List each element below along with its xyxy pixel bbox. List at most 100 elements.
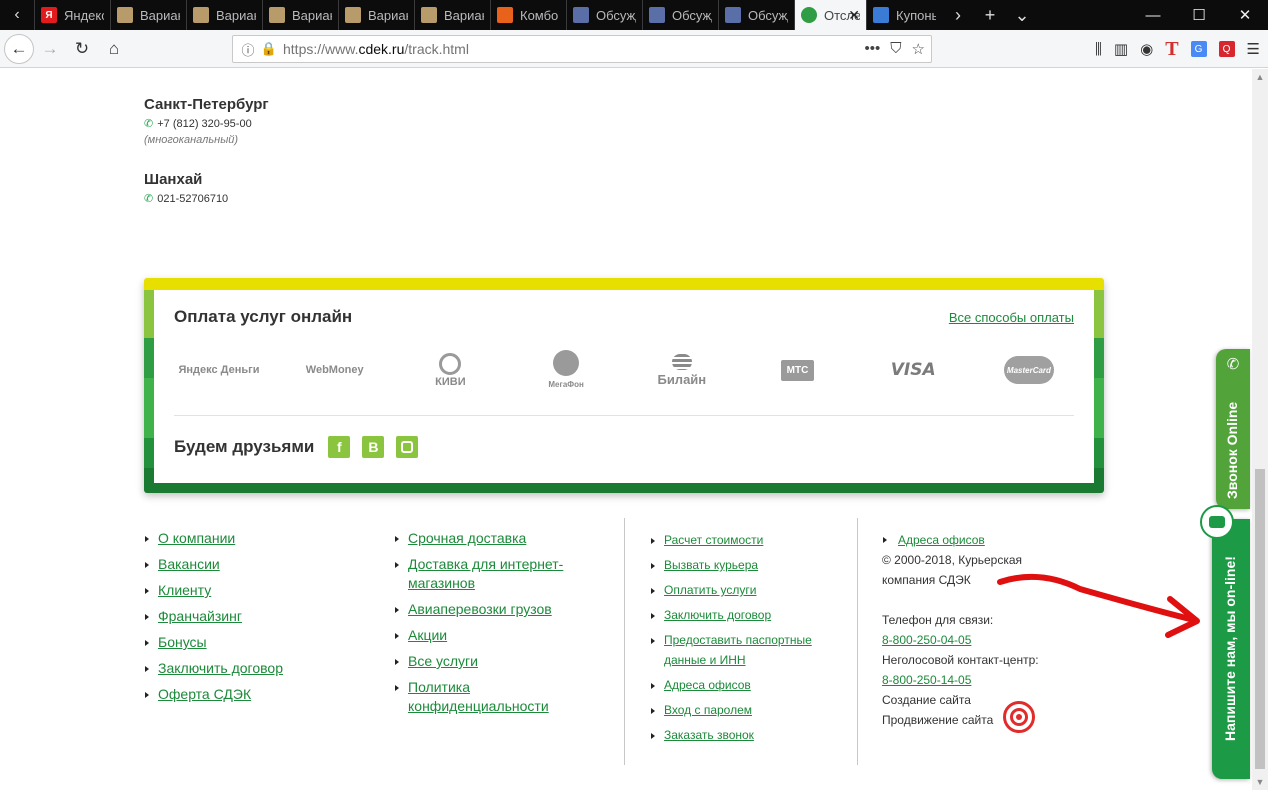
phone-icon: ✆ (1226, 356, 1240, 373)
scrollbar-thumb[interactable] (1255, 469, 1265, 769)
page-scrollbar[interactable]: ▲ ▼ (1252, 69, 1268, 790)
tab-title: Варианты (140, 7, 180, 23)
tab-active[interactable]: Отследить ✕ (794, 0, 866, 30)
bookmark-star-icon[interactable]: ☆ (912, 40, 925, 58)
tab[interactable]: Варианты (414, 0, 490, 30)
tab-favicon (873, 7, 889, 23)
close-window-icon[interactable]: ✕ (1222, 0, 1268, 30)
tab[interactable]: Я Яндекс (34, 0, 110, 30)
library-icon[interactable]: ⫼ (1095, 41, 1102, 58)
footer-link[interactable]: Адреса офисов (664, 678, 751, 692)
megafon-logo[interactable]: МегаФон (521, 350, 611, 390)
extension-red-icon[interactable]: Q (1218, 41, 1235, 57)
phone-link[interactable]: 8-800-250-04-05 (882, 633, 971, 647)
footer-link[interactable]: Политика конфиденциальности (408, 679, 549, 714)
tab[interactable]: Обсуждение (642, 0, 718, 30)
tab[interactable]: Варианты (186, 0, 262, 30)
tab-favicon (269, 7, 285, 23)
tab-favicon (497, 7, 513, 23)
maximize-icon[interactable]: ☐ (1176, 0, 1222, 30)
footer-list-item: Срочная доставка (394, 529, 594, 548)
contact-center-phone-link[interactable]: 8-800-250-14-05 (882, 673, 971, 687)
tab-favicon (193, 7, 209, 23)
tab[interactable]: Обсуждение (718, 0, 794, 30)
extension-icon[interactable]: ◉ (1140, 40, 1153, 58)
new-tab-icon[interactable]: + (974, 5, 1006, 26)
window-controls: — ☐ ✕ (1130, 0, 1268, 30)
footer-link[interactable]: О компании (158, 530, 235, 546)
tab[interactable]: Варианты (110, 0, 186, 30)
tab-coupons[interactable]: Купоны (866, 0, 942, 30)
footer-link[interactable]: Доставка для интернет-магазинов (408, 556, 563, 591)
call-online-label: Звонок Online (1224, 401, 1240, 499)
tab-title: Варианты (444, 7, 484, 23)
city-name: Санкт-Петербург (144, 96, 269, 113)
scroll-up-icon[interactable]: ▲ (1252, 72, 1268, 82)
mastercard-logo[interactable]: MasterCard (984, 350, 1074, 390)
tab-scroll-right-icon[interactable]: › (942, 5, 974, 26)
footer-link[interactable]: Вакансии (158, 556, 220, 572)
tab[interactable]: Варианты (338, 0, 414, 30)
vkontakte-icon[interactable]: B (362, 436, 385, 458)
footer-link[interactable]: Клиенту (158, 582, 211, 598)
footer-list-item: О компании (144, 529, 364, 548)
footer-link[interactable]: Все услуги (408, 653, 478, 669)
phone-line: ✆ +7 (812) 320-95-00 (144, 117, 252, 131)
tab[interactable]: Комбо (490, 0, 566, 30)
mts-logo[interactable]: МТС (753, 350, 843, 390)
minimize-icon[interactable]: — (1130, 0, 1176, 30)
footer-link[interactable]: Авиаперевозки грузов (408, 601, 552, 617)
phone-icon: ✆ (144, 118, 154, 130)
footer-link[interactable]: Заключить договор (158, 660, 283, 676)
footer-link[interactable]: Срочная доставка (408, 530, 526, 546)
close-tab-icon[interactable]: ✕ (848, 7, 860, 24)
google-translate-icon[interactable]: G (1190, 41, 1207, 57)
webmoney-logo[interactable]: WebMoney (290, 350, 380, 390)
tab-title: Обсуждение (596, 7, 636, 23)
url-bar[interactable]: ⓘ 🔒 https://www.cdek.ru/track.html ••• ⛉… (232, 35, 932, 63)
footer-link[interactable]: Заказать звонок (664, 728, 754, 742)
qiwi-logo[interactable]: КИВИ (405, 350, 495, 390)
beeline-logo[interactable]: Билайн (637, 350, 727, 390)
reload-icon[interactable]: ↻ (66, 34, 98, 64)
footer-list-item: Предоставить паспортные данные и ИНН (650, 630, 840, 670)
office-addresses-link[interactable]: Адреса офисов (898, 533, 985, 547)
sidebar-icon[interactable]: ▥ (1114, 40, 1128, 58)
footer-link[interactable]: Франчайзинг (158, 608, 242, 624)
tab[interactable]: Варианты (262, 0, 338, 30)
footer-link[interactable]: Оферта СДЭК (158, 686, 251, 702)
city-block: Санкт-Петербург ✆ +7 (812) 320-95-00 (мно… (144, 96, 269, 146)
footer-link[interactable]: Оплатить услуги (664, 583, 756, 597)
friends-title: Будем друзьями (174, 437, 315, 456)
menu-icon[interactable]: ☰ (1247, 40, 1260, 58)
home-icon[interactable]: ⌂ (98, 34, 130, 64)
footer-link[interactable]: Предоставить паспортные данные и ИНН (664, 633, 812, 667)
footer-link[interactable]: Акции (408, 627, 447, 643)
yandex-money-logo[interactable]: Яндекс Деньги (174, 350, 264, 390)
tab[interactable]: Обсуждение (566, 0, 642, 30)
chat-widget[interactable]: Напишите нам, мы on-line! (1200, 505, 1250, 779)
call-online-widget[interactable]: ✆ Звонок Online (1216, 349, 1250, 509)
footer-link[interactable]: Расчет стоимости (664, 533, 763, 547)
footer-link[interactable]: Вход с паролем (664, 703, 752, 717)
url-text[interactable]: https://www.cdek.ru/track.html (283, 41, 469, 57)
pocket-icon[interactable]: ⛉ (890, 40, 901, 58)
forward-icon[interactable]: → (34, 34, 66, 64)
facebook-icon[interactable]: f (328, 436, 351, 458)
footer-link[interactable]: Бонусы (158, 634, 207, 650)
footer-link[interactable]: Заключить договор (664, 608, 771, 622)
all-tabs-icon[interactable]: ⌄ (1006, 5, 1038, 26)
back-icon[interactable]: ← (4, 33, 34, 64)
scroll-down-icon[interactable]: ▼ (1252, 777, 1268, 787)
info-icon[interactable]: ⓘ (237, 40, 259, 59)
footer-link[interactable]: Вызвать курьера (664, 558, 758, 572)
all-payment-methods-link[interactable]: Все способы оплаты (949, 310, 1074, 325)
lock-icon[interactable]: 🔒 (259, 41, 279, 57)
visa-logo[interactable]: VISA (868, 350, 958, 390)
developer-logo-icon[interactable] (1003, 701, 1035, 733)
payment-title: Оплата услуг онлайн (174, 307, 353, 326)
translate-t-icon[interactable]: T (1165, 38, 1178, 61)
tab-scroll-left-icon[interactable]: ‹ (0, 0, 34, 30)
page-actions-icon[interactable]: ••• (865, 40, 881, 58)
instagram-icon[interactable] (396, 436, 419, 458)
